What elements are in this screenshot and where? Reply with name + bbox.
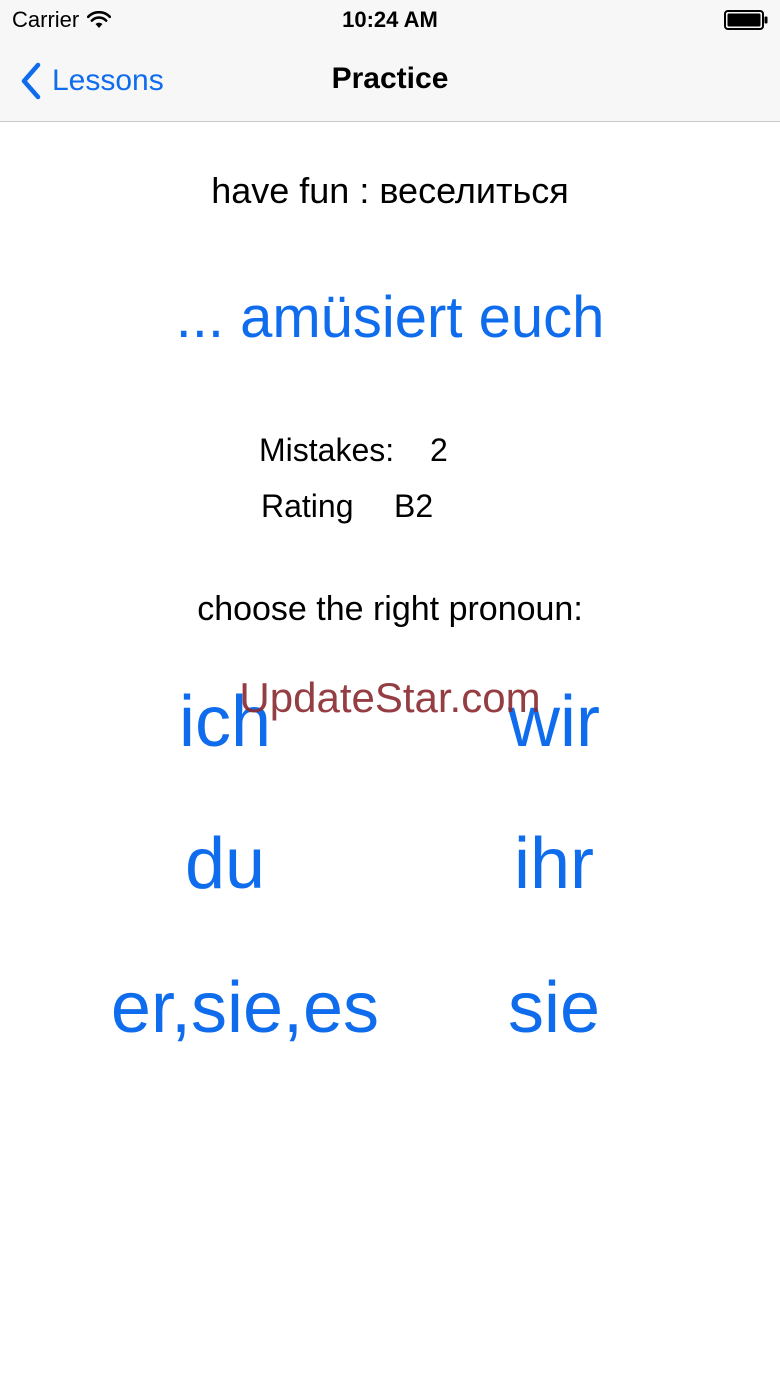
pronoun-button-sie[interactable]: sie [374,972,734,1044]
status-bar: Carrier 10:24 AM [0,0,780,40]
rating-label: Rating [261,488,354,524]
battery-icon [724,10,768,30]
mistakes-label: Mistakes: [259,432,395,468]
rating-value: B2 [394,488,434,524]
watermark: UpdateStar.com [239,674,541,721]
status-time: 10:24 AM [342,7,438,32]
pronoun-button-du[interactable]: du [45,828,405,900]
page-title: Practice [331,62,449,95]
navigation-bar: Lessons Practice [0,40,780,122]
instruction-text: choose the right pronoun: [197,590,583,628]
verb-form-text: ... amüsiert euch [175,285,605,350]
mistakes-value: 2 [430,432,448,468]
pronoun-button-er-sie-es[interactable]: er,sie,es [65,972,425,1044]
translation-text: have fun : веселиться [211,170,569,211]
pronoun-button-ihr[interactable]: ihr [374,828,734,900]
